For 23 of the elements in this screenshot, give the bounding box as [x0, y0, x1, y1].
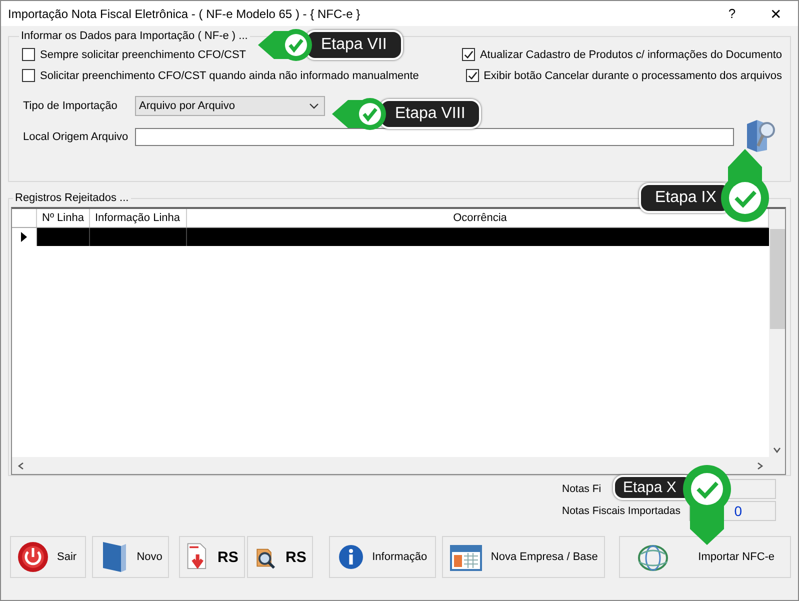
checkbox-label: Exibir botão Cancelar durante o processamento dos arquivos: [484, 70, 782, 82]
toolbar-button[interactable]: Informação: [329, 536, 436, 578]
field-label: Local Origem Arquivo: [23, 131, 130, 143]
import-type-dropdown[interactable]: Arquivo por Arquivo: [135, 96, 325, 116]
window-title: Importação Nota Fiscal Eletrônica - ( NF-e Modelo 65 ) - { NFC-e }: [8, 6, 362, 20]
group-title: Registros Rejeitados ...: [14, 192, 130, 204]
group-title: Informar os Dados para Importação ( NF-e ) ...: [20, 30, 249, 42]
toolbar-button[interactable]: Sair: [10, 536, 86, 578]
step-label: Etapa VII: [305, 30, 403, 60]
toolbar-button[interactable]: Importar NFC-e: [618, 536, 791, 578]
report-button[interactable]: RS: [247, 536, 314, 578]
toolbar-button[interactable]: Novo: [92, 536, 170, 578]
checkbox-label: Atualizar Cadastro de Produtos c/ informações do Documento: [480, 48, 782, 60]
close-button[interactable]: ✕: [754, 1, 798, 26]
help-button[interactable]: ?: [710, 1, 754, 26]
checkbox-label: Solicitar preenchimento CFO/CST quando ainda não informado manualmente: [40, 70, 419, 82]
stat-label: Notas Fi: [562, 483, 602, 495]
checkbox-label: Sempre solicitar preenchimento CFO/CST: [40, 48, 246, 60]
step-label: Etapa VIII: [379, 99, 482, 129]
stat-label: Notas Fiscais Importadas: [562, 505, 680, 517]
field-label: Tipo de Importação: [23, 100, 118, 112]
report-button[interactable]: RS: [179, 536, 246, 578]
toolbar-button[interactable]: Nova Empresa / Base: [442, 536, 605, 578]
